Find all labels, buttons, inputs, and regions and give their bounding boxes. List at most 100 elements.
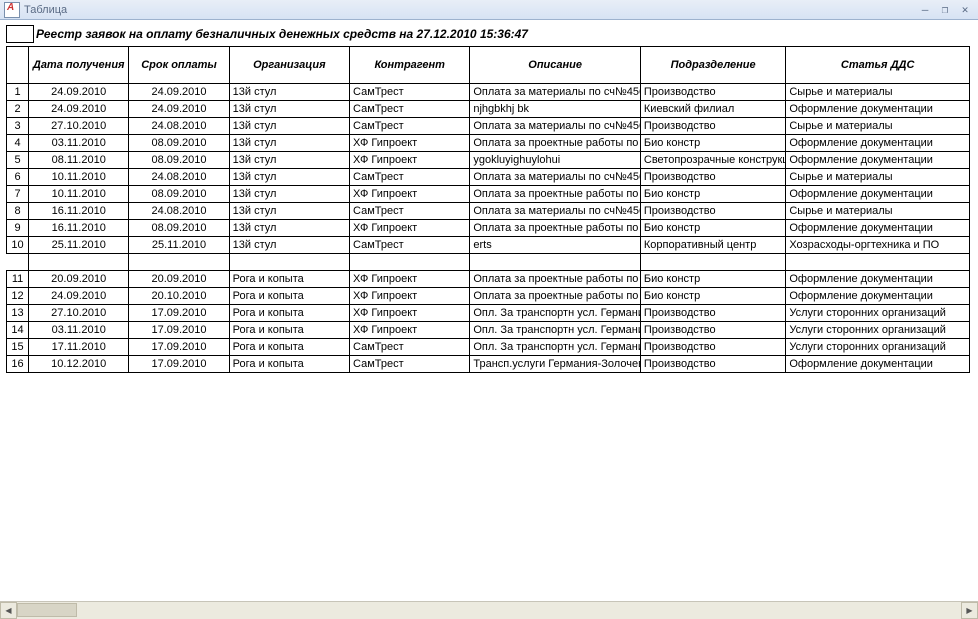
header-desc: Описание (470, 47, 641, 84)
cell-kontr: ХФ Гипроект (350, 305, 470, 322)
cell-rownum: 13 (7, 305, 29, 322)
table-row[interactable]: 1403.11.201017.09.2010Рога и копытаХФ Ги… (7, 322, 970, 339)
cell-org: 13й стул (229, 237, 349, 254)
table-row[interactable]: 1120.09.201020.09.2010Рога и копытаХФ Ги… (7, 271, 970, 288)
table-row[interactable]: 710.11.201008.09.201013й стулХФ Гипроект… (7, 186, 970, 203)
table-row[interactable]: 224.09.201024.09.201013й стулСамТрестnjh… (7, 101, 970, 118)
cell-rownum: 9 (7, 220, 29, 237)
cell-rownum: 1 (7, 84, 29, 101)
report-table: Дата получения Срок оплаты Организация К… (6, 46, 970, 373)
header-srok: Срок оплаты (129, 47, 229, 84)
cell-desc: Оплата за проектные работы по д (470, 135, 641, 152)
cell-podr: Био констр (640, 135, 785, 152)
cell-dds: Оформление документации (786, 152, 970, 169)
scroll-left-button[interactable]: ◀ (0, 602, 17, 619)
table-row[interactable]: 816.11.201024.08.201013й стулСамТрестОпл… (7, 203, 970, 220)
cell-org: 13й стул (229, 135, 349, 152)
table-row[interactable]: 508.11.201008.09.201013й стулХФ Гипроект… (7, 152, 970, 169)
cell-dds: Хозрасходы-оргтехника и ПО (786, 237, 970, 254)
cell-kontr: СамТрест (350, 203, 470, 220)
cell-dds: Сырье и материалы (786, 203, 970, 220)
cell-desc: Трансп.услуги Германия-Золочев (470, 356, 641, 373)
scroll-thumb[interactable] (17, 603, 77, 617)
cell-podr: Био констр (640, 271, 785, 288)
table-row[interactable]: 1610.12.201017.09.2010Рога и копытаСамТр… (7, 356, 970, 373)
close-button[interactable]: ✕ (956, 3, 974, 17)
scroll-track[interactable] (17, 602, 961, 619)
table-row[interactable]: 1517.11.201017.09.2010Рога и копытаСамТр… (7, 339, 970, 356)
cell-rownum: 10 (7, 237, 29, 254)
cell-kontr: ХФ Гипроект (350, 186, 470, 203)
table-row[interactable]: 916.11.201008.09.201013й стулХФ Гипроект… (7, 220, 970, 237)
table-row[interactable]: 1327.10.201017.09.2010Рога и копытаХФ Ги… (7, 305, 970, 322)
cell-rownum: 12 (7, 288, 29, 305)
cell-desc: Опл. За транспортн усл. Германи (470, 339, 641, 356)
cell-podr: Производство (640, 339, 785, 356)
cell-kontr: СамТрест (350, 356, 470, 373)
cell-dds: Услуги сторонних организаций (786, 305, 970, 322)
table-row[interactable]: 124.09.201024.09.201013й стулСамТрестОпл… (7, 84, 970, 101)
cell-date: 25.11.2010 (29, 237, 129, 254)
cell-dds: Услуги сторонних организаций (786, 339, 970, 356)
horizontal-scrollbar[interactable]: ◀ ▶ (0, 601, 978, 619)
title-box (6, 25, 34, 43)
cell-srok: 17.09.2010 (129, 356, 229, 373)
cell-desc: ygokluyighuylohui (470, 152, 641, 169)
cell-date: 24.09.2010 (29, 101, 129, 118)
cell-desc: Оплата за материалы по сч№456 (470, 203, 641, 220)
table-row[interactable]: 1025.11.201025.11.201013й стулСамТрестer… (7, 237, 970, 254)
window-buttons: — ❐ ✕ (916, 3, 974, 17)
cell-srok: 17.09.2010 (129, 322, 229, 339)
cell-kontr: СамТрест (350, 237, 470, 254)
table-row[interactable]: 403.11.201008.09.201013й стулХФ Гипроект… (7, 135, 970, 152)
table-row[interactable]: 610.11.201024.08.201013й стулСамТрестОпл… (7, 169, 970, 186)
cell-org: 13й стул (229, 101, 349, 118)
cell-rownum: 15 (7, 339, 29, 356)
cell-dds: Сырье и материалы (786, 169, 970, 186)
cell-desc: Оплата за материалы по сч№456 (470, 169, 641, 186)
header-date: Дата получения (29, 47, 129, 84)
cell-dds: Оформление документации (786, 186, 970, 203)
cell-org: Рога и копыта (229, 305, 349, 322)
cell-org: 13й стул (229, 203, 349, 220)
cell-org: Рога и копыта (229, 322, 349, 339)
cell-desc: Опл. За транспортн усл. Германи (470, 305, 641, 322)
cell-kontr: ХФ Гипроект (350, 152, 470, 169)
cell-org: 13й стул (229, 169, 349, 186)
cell-rownum: 2 (7, 101, 29, 118)
cell-srok: 17.09.2010 (129, 339, 229, 356)
cell-date: 10.11.2010 (29, 186, 129, 203)
cell-srok: 08.09.2010 (129, 135, 229, 152)
cell-desc: Оплата за проектные работы по д (470, 271, 641, 288)
cell-srok: 17.09.2010 (129, 305, 229, 322)
cell-podr: Производство (640, 118, 785, 135)
cell-podr: Корпоративный центр (640, 237, 785, 254)
cell-org: 13й стул (229, 84, 349, 101)
cell-kontr: СамТрест (350, 169, 470, 186)
cell-kontr: ХФ Гипроект (350, 220, 470, 237)
maximize-button[interactable]: ❐ (936, 3, 954, 17)
cell-org: Рога и копыта (229, 288, 349, 305)
scroll-right-button[interactable]: ▶ (961, 602, 978, 619)
minimize-button[interactable]: — (916, 3, 934, 17)
table-row[interactable]: 1224.09.201020.10.2010Рога и копытаХФ Ги… (7, 288, 970, 305)
cell-srok: 24.08.2010 (129, 169, 229, 186)
cell-dds: Оформление документации (786, 356, 970, 373)
cell-srok: 08.09.2010 (129, 186, 229, 203)
cell-date: 03.11.2010 (29, 322, 129, 339)
cell-dds: Оформление документации (786, 220, 970, 237)
report-title: Реестр заявок на оплату безналичных дене… (36, 27, 528, 41)
cell-kontr: СамТрест (350, 84, 470, 101)
header-rownum (7, 47, 29, 84)
cell-dds: Оформление документации (786, 271, 970, 288)
cell-date: 24.09.2010 (29, 84, 129, 101)
titlebar: Таблица — ❐ ✕ (0, 0, 978, 20)
cell-org: Рога и копыта (229, 339, 349, 356)
cell-kontr: СамТрест (350, 339, 470, 356)
cell-srok: 08.09.2010 (129, 152, 229, 169)
cell-date: 08.11.2010 (29, 152, 129, 169)
header-dds: Статья ДДС (786, 47, 970, 84)
cell-podr: Био констр (640, 220, 785, 237)
cell-kontr: СамТрест (350, 118, 470, 135)
table-row[interactable]: 327.10.201024.08.201013й стулСамТрестОпл… (7, 118, 970, 135)
